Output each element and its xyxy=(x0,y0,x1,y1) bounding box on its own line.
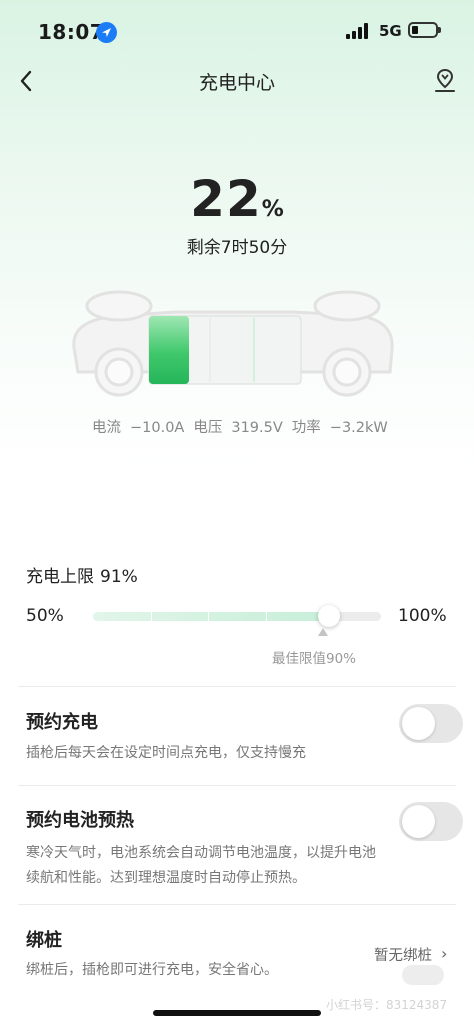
battery-percent: 22% xyxy=(0,170,474,228)
metric-power-label: 功率 xyxy=(291,420,321,436)
chevron-right-icon[interactable]: › xyxy=(441,944,447,963)
battery-preheat-desc: 寒冷天气时，电池系统会自动调节电池温度，以提升电池续航和性能。达到理想温度时自动… xyxy=(26,845,376,886)
metric-voltage-label: 电压 xyxy=(193,420,223,436)
map-pin-icon xyxy=(435,68,455,92)
metric-current-value: −10.0A xyxy=(130,420,185,436)
charging-metrics: 电流 −10.0A 电压 319.5V 功率 −3.2kW xyxy=(92,416,397,437)
scheduled-charge-title: 预约充电 xyxy=(26,712,98,733)
scheduled-charge-desc: 插枪后每天会在设定时间点充电，仅支持慢充 xyxy=(26,745,306,761)
toggle-knob xyxy=(402,805,435,838)
charge-limit-label: 充电上限 91% xyxy=(26,562,138,587)
charge-limit-value: 91% xyxy=(100,567,138,587)
battery-percent-unit: % xyxy=(261,197,284,222)
bind-pile-title: 绑桩 xyxy=(26,930,62,951)
charge-limit-slider[interactable] xyxy=(93,605,381,627)
cellular-signal-icon xyxy=(346,23,372,39)
slider-tick xyxy=(266,612,267,621)
slider-min-label: 50% xyxy=(26,606,64,626)
divider xyxy=(18,686,456,687)
location-arrow-icon xyxy=(96,22,117,43)
bind-pile-status[interactable]: 暂无绑桩 xyxy=(374,944,432,965)
slider-fill xyxy=(93,612,330,621)
charging-map-button[interactable] xyxy=(430,66,460,96)
network-type: 5G xyxy=(379,22,402,40)
battery-preheat-toggle[interactable] xyxy=(399,802,463,841)
bind-pile-desc: 绑桩后，插枪即可进行充电，安全省心。 xyxy=(26,962,278,978)
metric-current-label: 电流 xyxy=(92,420,121,436)
battery-status-icon xyxy=(408,22,441,38)
status-bar: 18:07 5G xyxy=(0,0,474,62)
remaining-time: 剩余7时50分 xyxy=(186,238,288,258)
page-title: 充电中心 xyxy=(198,72,275,94)
toggle-knob xyxy=(402,707,435,740)
slider-tick xyxy=(208,612,209,621)
watermark: 小红书号：83124387 xyxy=(326,998,448,1012)
home-indicator[interactable] xyxy=(153,1010,321,1016)
best-limit-label: 最佳限值90% xyxy=(272,651,357,667)
scheduled-charge-toggle[interactable] xyxy=(399,704,463,743)
slider-thumb[interactable] xyxy=(318,605,341,627)
status-time: 18:07 xyxy=(38,20,105,44)
slider-tick xyxy=(151,612,152,621)
divider xyxy=(18,904,456,905)
car-battery-illustration xyxy=(64,282,404,397)
divider xyxy=(18,785,456,786)
slider-max-label: 100% xyxy=(398,606,447,626)
battery-preheat-title: 预约电池预热 xyxy=(26,810,134,831)
metric-voltage-value: 319.5V xyxy=(231,420,283,436)
watermark-logo xyxy=(402,965,444,985)
battery-percent-value: 22 xyxy=(190,170,262,228)
battery-pack xyxy=(148,315,302,385)
best-limit-marker-icon xyxy=(318,628,329,636)
charge-limit-title: 充电上限 xyxy=(26,567,94,587)
metric-power-value: −3.2kW xyxy=(329,420,388,436)
